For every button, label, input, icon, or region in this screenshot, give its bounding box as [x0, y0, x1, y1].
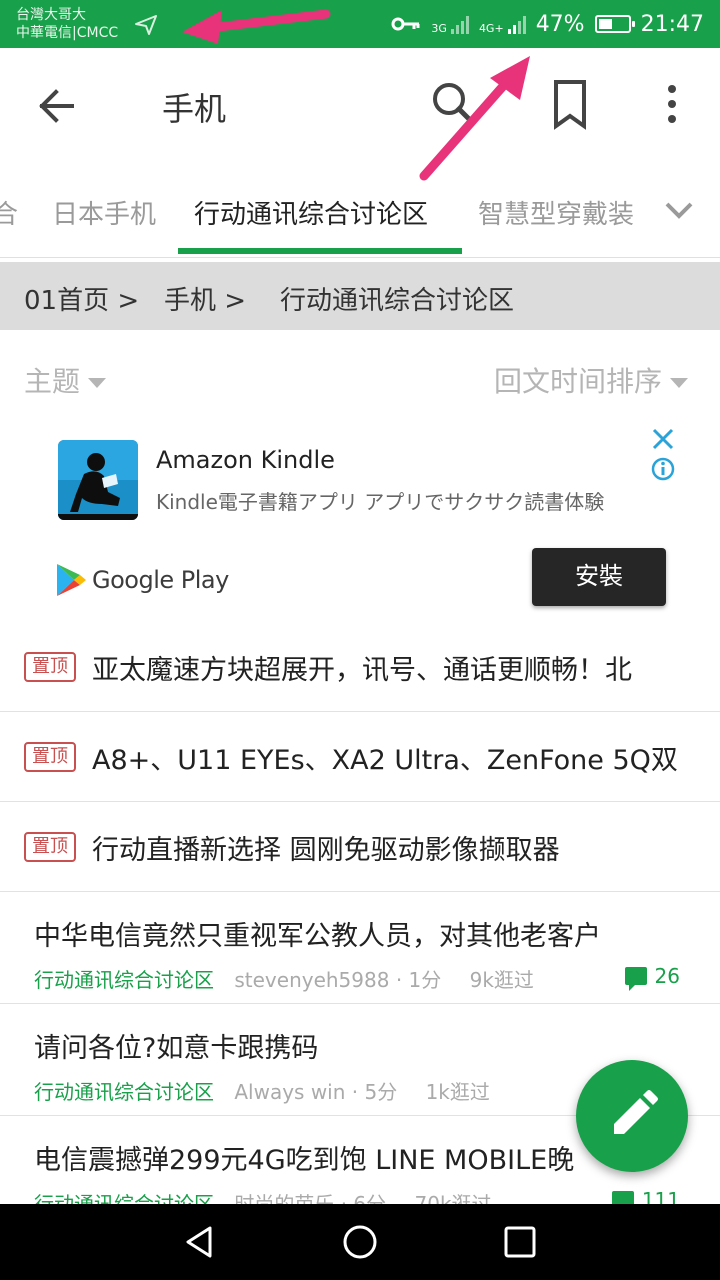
pinned-badge: 置顶 — [24, 832, 76, 862]
post-row[interactable]: 中华电信竟然只重视军公教人员，对其他老客户 行动通讯综合讨论区 stevenye… — [0, 892, 720, 1004]
app-toolbar: 手机 — [0, 48, 720, 160]
pinned-badge: 置顶 — [24, 652, 76, 682]
post-title: 中华电信竟然只重视军公教人员，对其他老客户 — [34, 921, 601, 952]
sort-label: 回文时间排序 — [493, 365, 662, 398]
more-vert-icon[interactable] — [652, 76, 692, 132]
post-author-time: Always win · 5分 — [234, 1080, 398, 1104]
ad-banner[interactable]: Amazon Kindle Kindle電子書籍アプリ アプリでサクサク読書体験… — [0, 426, 720, 636]
battery-percent: 47% — [535, 11, 585, 37]
post-views: 1k逛过 — [425, 1080, 490, 1104]
reader-silhouette-icon — [58, 440, 138, 520]
comment-icon — [624, 967, 647, 991]
active-tab-indicator — [178, 248, 462, 254]
post-meta: 行动通讯综合讨论区 stevenyeh5988 · 1分 9k逛过 — [34, 964, 534, 993]
signal-bars-icon — [507, 14, 526, 34]
send-icon — [135, 15, 157, 35]
filter-row: 主题 回文时间排序 — [0, 330, 720, 426]
sort-dropdown[interactable]: 回文时间排序 — [494, 360, 688, 400]
close-icon[interactable] — [650, 426, 676, 452]
bookmark-icon[interactable] — [546, 76, 594, 132]
post-title: A8+、U11 EYEs、XA2 Ultra、ZenFone 5Q双 — [92, 745, 678, 776]
arrow-left-icon[interactable] — [28, 78, 84, 134]
caret-down-icon — [88, 378, 107, 388]
type-filter-label: 主题 — [24, 365, 81, 398]
type-filter-dropdown[interactable]: 主题 — [24, 360, 107, 400]
tab-wearables[interactable]: 智慧型穿戴装 — [478, 194, 634, 231]
install-button[interactable]: 安裝 — [532, 548, 666, 606]
tab-mobile-forum[interactable]: 行动通讯综合讨论区 — [194, 194, 428, 231]
post-title: 亚太魔速方块超展开，讯号、通话更顺畅！北 — [92, 655, 632, 686]
network-type-1: 3G — [431, 22, 447, 35]
info-icon[interactable] — [650, 456, 676, 482]
kindle-app-icon — [58, 440, 138, 520]
pinned-post[interactable]: 置顶 行动直播新选择 圆刚免驱动影像撷取器 — [0, 802, 720, 892]
breadcrumb-category[interactable]: 手机 > — [164, 280, 246, 317]
pinned-badge: 置顶 — [24, 742, 76, 772]
breadcrumb-forum[interactable]: 行动通讯综合讨论区 — [280, 280, 514, 317]
status-bar: 台灣大哥大 中華電信|CMCC 3G 4G+ 47% 21:47 — [0, 0, 720, 48]
battery-icon — [594, 15, 635, 33]
comment-count: 26 — [624, 964, 680, 991]
caret-down-icon — [670, 378, 688, 388]
pinned-post[interactable]: 置顶 A8+、U11 EYEs、XA2 Ultra、ZenFone 5Q双 — [0, 712, 720, 802]
carrier-line-1: 台灣大哥大 — [16, 7, 86, 23]
signal-bars-icon — [450, 14, 469, 34]
comment-count-value: 26 — [654, 964, 680, 988]
clock: 21:47 — [640, 11, 704, 37]
nav-back-icon[interactable] — [180, 1222, 220, 1262]
status-icons: 3G 4G+ 47% 21:47 — [391, 10, 704, 38]
nav-home-icon[interactable] — [340, 1222, 380, 1262]
chevron-down-icon[interactable] — [654, 188, 704, 232]
post-author-time: stevenyeh5988 · 1分 — [234, 968, 442, 992]
search-icon[interactable] — [428, 78, 478, 128]
pinned-post[interactable]: 置顶 亚太魔速方块超展开，讯号、通话更顺畅！北 — [0, 622, 720, 712]
post-forum[interactable]: 行动通讯综合讨论区 — [34, 968, 214, 992]
forum-tabs: 合 日本手机 行动通讯综合讨论区 智慧型穿戴装 — [0, 160, 720, 258]
ad-app-name: Amazon Kindle — [156, 446, 335, 474]
post-title: 行动直播新选择 圆刚免驱动影像撷取器 — [92, 835, 560, 866]
pencil-icon — [614, 1090, 658, 1134]
ad-description: Kindle電子書籍アプリ アプリでサクサク読書体験 — [156, 490, 605, 514]
carrier-info: 台灣大哥大 中華電信|CMCC — [16, 6, 118, 42]
nav-recents-icon[interactable] — [500, 1222, 540, 1262]
signal-1: 3G — [431, 14, 469, 34]
google-play-label: Google Play — [92, 566, 229, 594]
google-play-icon — [57, 564, 86, 596]
key-icon — [391, 17, 420, 31]
post-views: 9k逛过 — [469, 968, 534, 992]
post-meta: 行动通讯综合讨论区 Always win · 5分 1k逛过 — [34, 1076, 490, 1105]
tab-partial[interactable]: 合 — [0, 194, 18, 231]
breadcrumb: 01首页 > 手机 > 行动通讯综合讨论区 — [0, 262, 720, 330]
compose-button[interactable] — [576, 1060, 688, 1172]
tab-japan-phones[interactable]: 日本手机 — [52, 194, 156, 231]
carrier-line-2: 中華電信|CMCC — [16, 25, 119, 41]
system-nav-bar — [0, 1204, 720, 1280]
network-type-2: 4G+ — [478, 22, 504, 35]
page-title: 手机 — [162, 90, 227, 128]
breadcrumb-home[interactable]: 01首页 > — [24, 280, 139, 317]
signal-2: 4G+ — [479, 14, 526, 34]
post-forum[interactable]: 行动通讯综合讨论区 — [34, 1080, 214, 1104]
